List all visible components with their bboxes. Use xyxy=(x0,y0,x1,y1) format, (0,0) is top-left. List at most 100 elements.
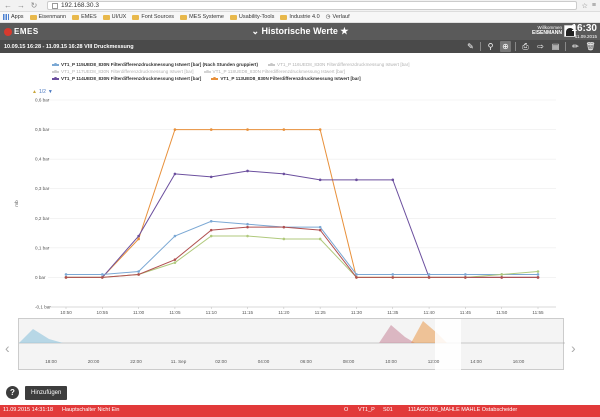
chart-area[interactable]: 0,6 bar 0,5 bar 0,4 bar 0,3 bar 0,2 bar 0,1 b… xyxy=(0,95,600,317)
status-message: Hauptschalter Nicht Ein xyxy=(62,407,120,413)
data-point xyxy=(137,273,140,276)
edit-icon[interactable]: ✏ xyxy=(570,41,581,52)
bookmark-font-sources[interactable]: Font Sources xyxy=(132,14,174,20)
bookmark-apps[interactable]: Apps xyxy=(3,14,24,20)
legend-item[interactable]: VT1_P 115UED8_830N Filterdifferenzdruckm… xyxy=(52,61,258,68)
data-point xyxy=(209,228,213,232)
navigator-chart[interactable]: 18:00 20:00 22:00 11. Sep 02:00 04:00 06:00 08:… xyxy=(19,319,565,371)
export-icon[interactable]: ⇨ xyxy=(535,41,546,52)
bookmark-eisenmann[interactable]: Eisenmann xyxy=(29,14,66,20)
folder-icon xyxy=(280,14,288,20)
data-point xyxy=(137,234,140,238)
zoom-icon[interactable]: ⊕ xyxy=(500,41,511,52)
data-point xyxy=(64,276,68,279)
data-point xyxy=(246,222,249,226)
folder-icon xyxy=(180,14,188,20)
legend-item[interactable]: VT1_P 118UED8_830N Filterdifferenzdruckm… xyxy=(203,68,345,75)
navigator-tick-label: 08:00 xyxy=(343,359,355,364)
app-header: EMES ⌄ Historische Werte ★ Willkommen EI… xyxy=(0,23,600,40)
legend-item[interactable]: VT1_P 116UED8_830N Filterdifferenzdruckm… xyxy=(268,61,410,68)
legend-item[interactable]: VT1_P 113UED8_830N Filterdifferenzdruckm… xyxy=(211,75,361,82)
back-arrow-icon[interactable]: ← xyxy=(4,1,12,10)
data-point xyxy=(318,237,322,241)
document-icon[interactable]: ▤ xyxy=(550,41,561,52)
navigator-tick-label: 18:00 xyxy=(45,359,57,364)
data-point xyxy=(101,273,104,276)
legend-item[interactable]: VT1_P 117UED8_830N Filterdifferenzdruckm… xyxy=(52,68,194,75)
page-title[interactable]: Historische Werte xyxy=(262,26,338,36)
data-point xyxy=(282,225,286,229)
bookmark-star-icon[interactable]: ☆ xyxy=(582,2,588,10)
forward-arrow-icon[interactable]: → xyxy=(17,1,25,10)
data-point xyxy=(318,228,322,232)
logo-mark-icon xyxy=(4,27,12,36)
data-point xyxy=(427,276,431,279)
folder-icon xyxy=(132,14,140,20)
navigator-tick-label: 06:00 xyxy=(300,359,312,364)
data-point xyxy=(246,225,249,229)
data-point xyxy=(391,276,395,279)
navigator-tick-label: 20:00 xyxy=(88,359,100,364)
bookmark-ui-ux[interactable]: UI/UX xyxy=(102,14,126,20)
status-bar[interactable]: 11.09.2015 14:31:18 Hauptschalter Nicht … xyxy=(0,405,600,417)
legend-item[interactable]: VT1_P 114UED8_830N Filterdifferenzdruckm… xyxy=(52,75,201,82)
navigator-area xyxy=(379,325,415,343)
data-point xyxy=(464,276,467,279)
x-tick-label: 11:55 xyxy=(532,310,544,315)
user-info[interactable]: Willkommen EISENMANN xyxy=(532,25,562,36)
data-point xyxy=(391,178,395,182)
pin-icon[interactable]: ✎ xyxy=(465,41,476,52)
data-point xyxy=(427,273,431,276)
navigator-tick-label: 11. Sep xyxy=(171,359,187,364)
navigator-left-chevron-icon[interactable]: ‹ xyxy=(5,340,10,356)
x-tick-label: 10:55 xyxy=(97,310,109,315)
page-title-chevron-icon[interactable]: ⌄ xyxy=(252,26,262,36)
navigator-tick-label: 10:00 xyxy=(385,359,397,364)
apps-icon xyxy=(3,14,9,20)
y-tick-label: 0,2 bar xyxy=(35,216,50,221)
x-tick-label: 11:15 xyxy=(242,310,254,315)
status-datetime: 11.09.2015 14:31:18 xyxy=(3,407,54,413)
address-bar[interactable]: 192.168.30.3 xyxy=(47,1,577,10)
data-point xyxy=(209,175,213,179)
y-tick-label: 0,1 bar xyxy=(35,245,50,250)
reload-icon[interactable]: ↻ xyxy=(30,1,38,10)
data-point xyxy=(173,128,177,131)
bookmark-industrie[interactable]: Industrie 4.0 xyxy=(280,14,320,20)
chart-toolbar: 10.09.15 16:28 - 11.09.15 16:28 VIII Dru… xyxy=(0,40,600,53)
bookmark-verlauf[interactable]: ◷ Verlauf xyxy=(326,14,350,20)
search-icon[interactable]: ⚲ xyxy=(485,41,496,52)
navigator-right-chevron-icon[interactable]: › xyxy=(571,340,576,356)
data-point xyxy=(173,234,177,238)
x-tick-label: 11:20 xyxy=(278,310,290,315)
clock: 16:30 11.09.2015 xyxy=(571,23,597,40)
bottom-bar: ? Hinzufügen xyxy=(0,380,600,405)
favorite-star-icon[interactable]: ★ xyxy=(338,26,348,36)
help-icon[interactable]: ? xyxy=(6,386,19,399)
navigator-tick-label: 16:00 xyxy=(513,359,525,364)
data-point xyxy=(500,276,503,279)
navigator-tick-label: 14:00 xyxy=(470,359,482,364)
folder-icon xyxy=(229,14,237,20)
data-point xyxy=(391,273,395,276)
add-button[interactable]: Hinzufügen xyxy=(25,385,68,400)
y-tick-label: 0,5 bar xyxy=(35,127,50,132)
data-point xyxy=(282,128,286,131)
line-chart[interactable]: 0,6 bar 0,5 bar 0,4 bar 0,3 bar 0,2 bar 0,1 b… xyxy=(0,95,600,317)
print-icon[interactable]: ⎙ xyxy=(520,41,531,52)
data-point xyxy=(318,178,322,182)
delete-icon[interactable]: 🗑 xyxy=(585,41,596,52)
data-point xyxy=(464,273,467,276)
app-logo: EMES xyxy=(4,27,39,36)
time-range-label[interactable]: 10.09.15 16:28 - 11.09.15 16:28 VIII Dru… xyxy=(4,44,134,50)
data-point xyxy=(173,172,177,176)
data-point xyxy=(355,276,358,279)
bookmark-mes-systeme[interactable]: MES Systeme xyxy=(180,14,224,20)
data-point xyxy=(318,128,322,131)
bookmark-emes[interactable]: EMES xyxy=(72,14,97,20)
menu-icon[interactable]: ≡ xyxy=(592,2,596,10)
bookmark-usability-tools[interactable]: Usability-Tools xyxy=(229,14,274,20)
chart-legend: VT1_P 115UED8_830N Filterdifferenzdruckm… xyxy=(52,61,592,82)
time-navigator[interactable]: 18:00 20:00 22:00 11. Sep 02:00 04:00 06:00 08:… xyxy=(18,318,565,371)
data-point xyxy=(282,172,286,176)
